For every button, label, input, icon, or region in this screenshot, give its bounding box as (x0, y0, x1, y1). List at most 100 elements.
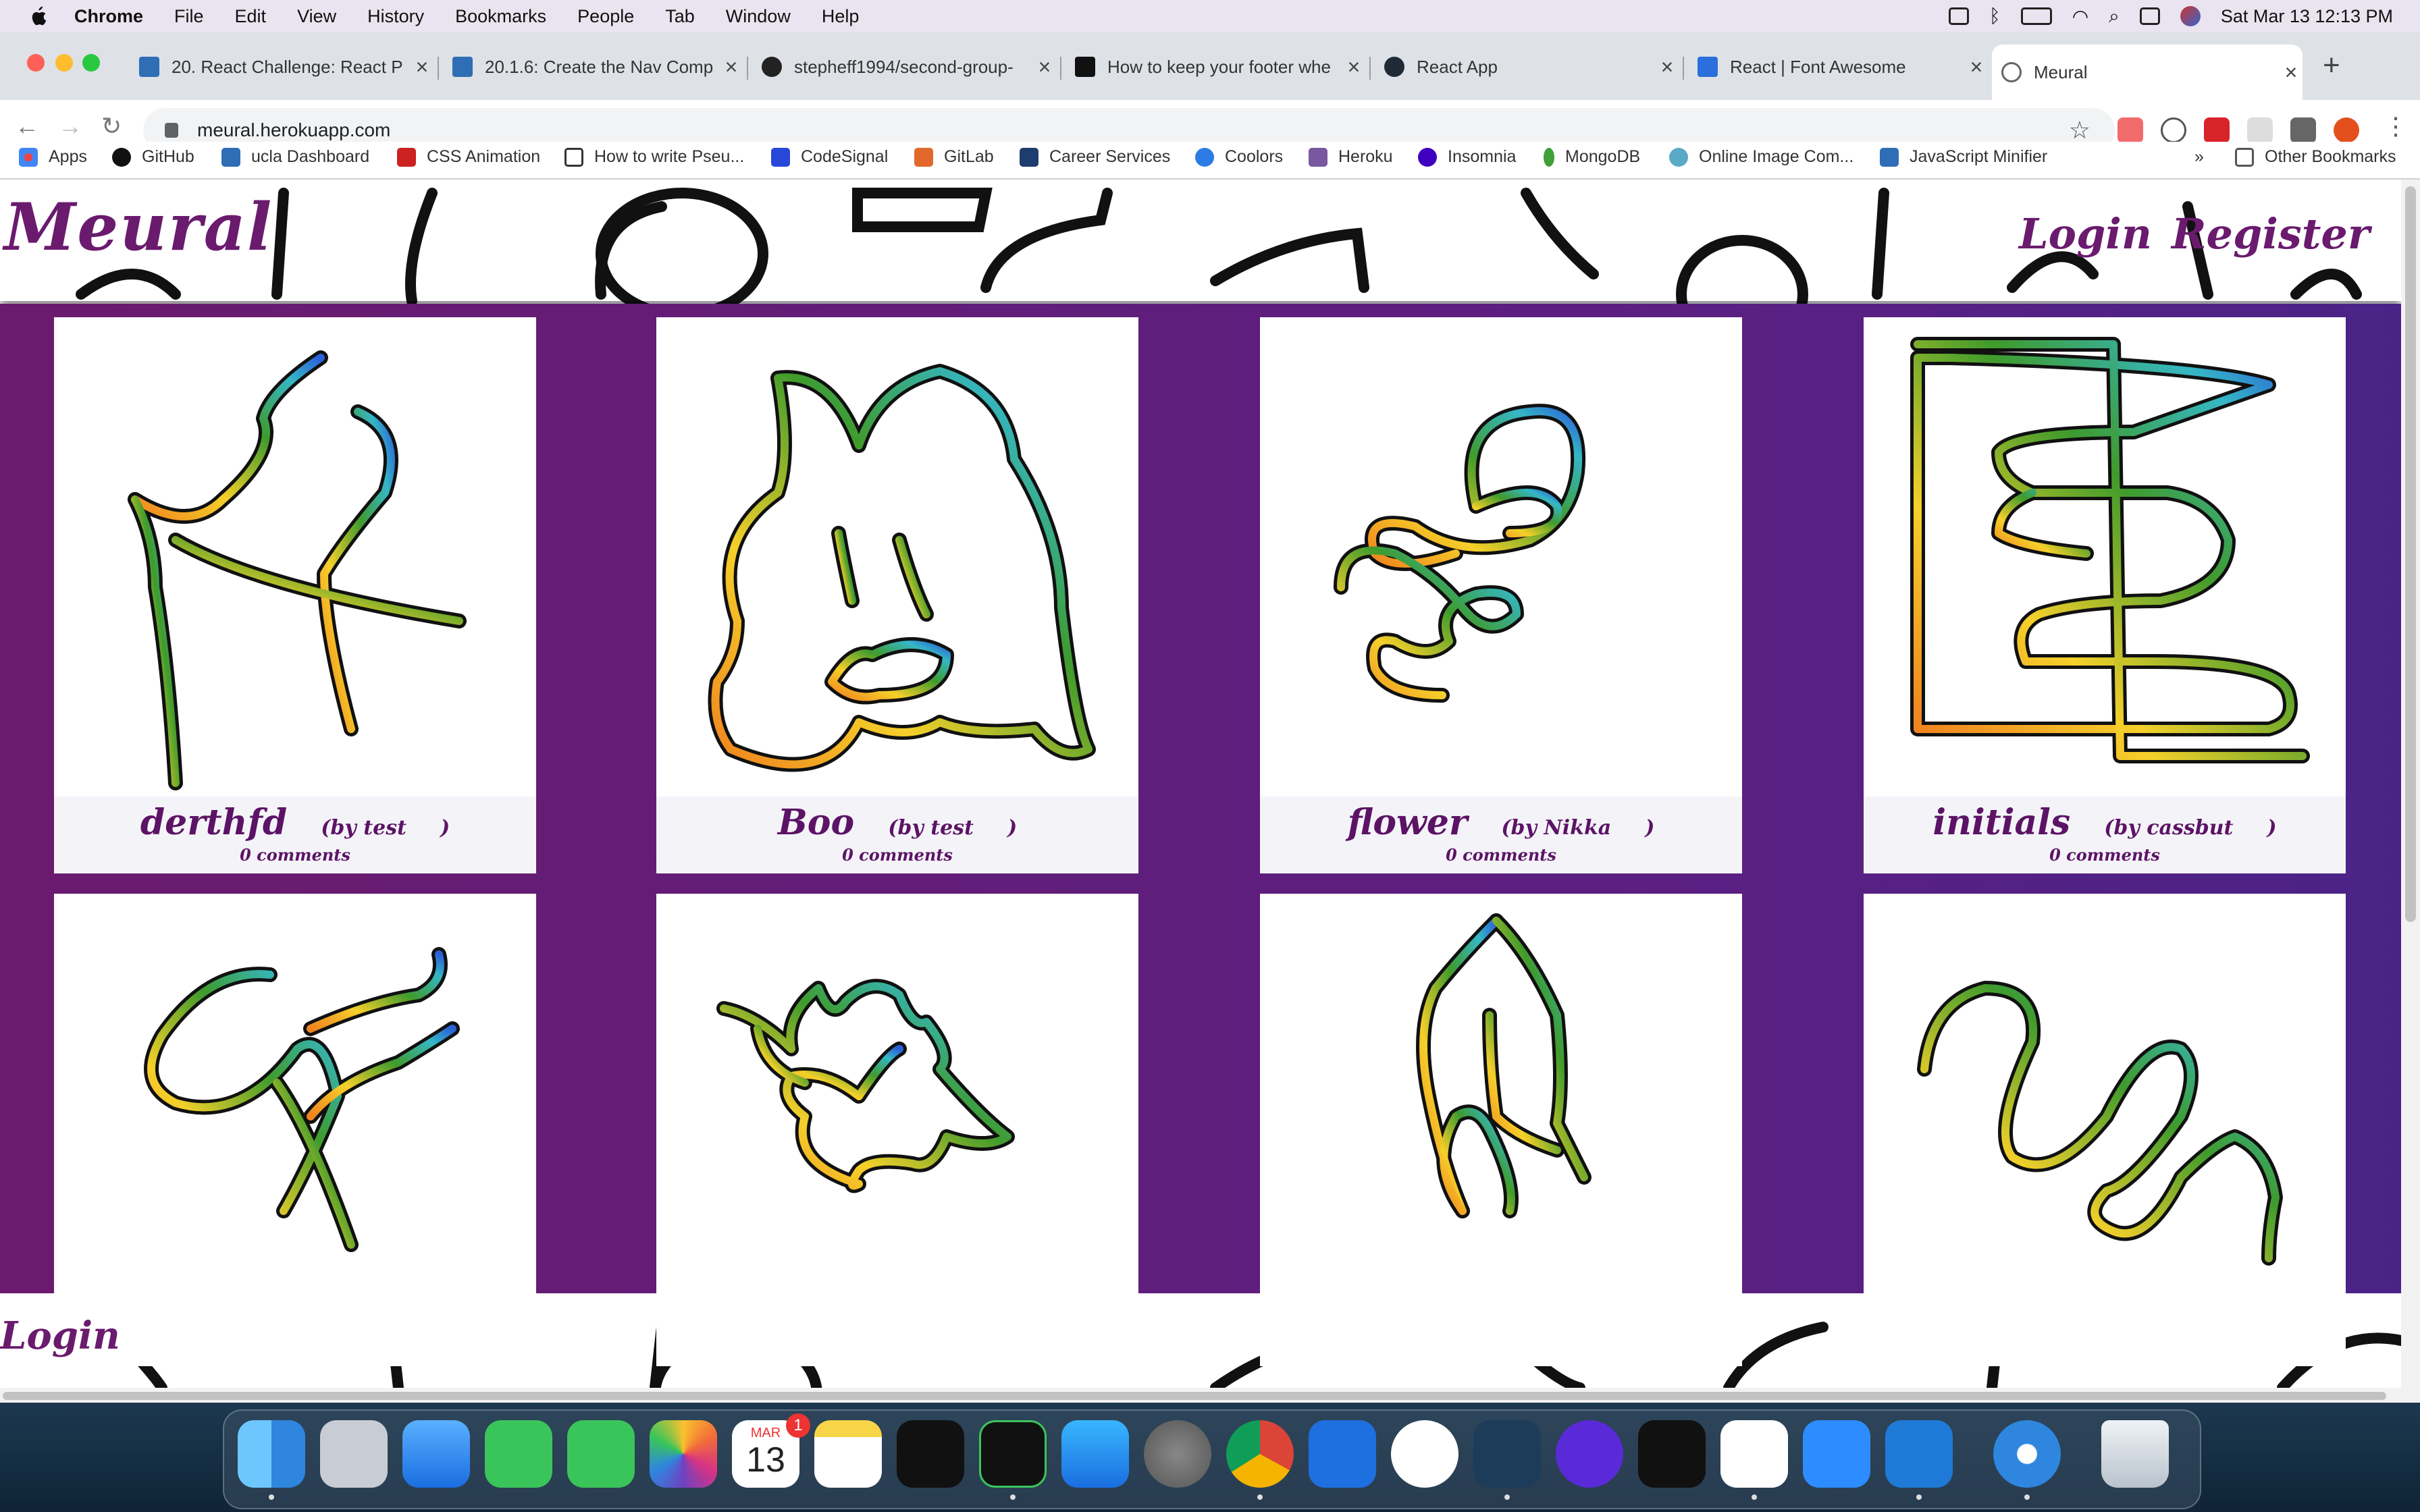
zoom-icon[interactable] (1803, 1420, 1870, 1488)
vertical-scrollbar[interactable] (2401, 180, 2420, 1388)
comment-count[interactable]: 0 comments (54, 845, 536, 865)
siri-icon[interactable] (2180, 6, 2201, 26)
other-bookmarks[interactable]: Other Bookmarks (2235, 147, 2396, 167)
adblock-icon[interactable] (2204, 117, 2230, 143)
forward-arrow-icon[interactable]: → (58, 112, 82, 140)
parallels-icon[interactable] (979, 1420, 1047, 1488)
close-tab-icon[interactable]: × (1656, 55, 1679, 80)
notes-icon[interactable] (814, 1420, 882, 1488)
register-link[interactable]: Register (2172, 209, 2370, 259)
slack-icon[interactable] (1720, 1420, 1788, 1488)
tab-font-awesome[interactable]: React | Font Awesome × (1688, 47, 1988, 86)
bookmark-ucla-dashboard[interactable]: ucla Dashboard (221, 147, 369, 167)
close-tab-icon[interactable]: × (2280, 60, 2303, 85)
footer-login-link[interactable]: Login (0, 1314, 120, 1358)
bookmark-career-services[interactable]: Career Services (1020, 147, 1170, 167)
scrollbar-thumb[interactable] (3, 1392, 2386, 1400)
tab-github-repo[interactable]: stepheff1994/second-group- × (752, 47, 1056, 86)
finder-icon[interactable] (238, 1420, 305, 1488)
spotlight-search-icon[interactable]: ⌕ (2109, 5, 2120, 28)
mongodb-compass-icon[interactable] (1391, 1420, 1458, 1488)
reload-icon[interactable]: ↻ (101, 112, 122, 140)
trash-icon[interactable] (2101, 1420, 2169, 1488)
bookmark-gitlab[interactable]: GitLab (914, 147, 994, 167)
bookmark-css-animation[interactable]: CSS Animation (397, 147, 540, 167)
new-tab-button[interactable]: + (2323, 49, 2340, 82)
menubar-clock[interactable]: Sat Mar 13 12:13 PM (2221, 6, 2393, 27)
close-tab-icon[interactable]: × (411, 55, 433, 80)
menu-edit[interactable]: Edit (235, 6, 267, 27)
extension-circle-icon[interactable] (2161, 117, 2186, 143)
back-arrow-icon[interactable]: ← (15, 112, 39, 140)
menu-app-name[interactable]: Chrome (74, 6, 143, 27)
maximize-window-button[interactable] (82, 54, 100, 72)
menu-people[interactable]: People (577, 6, 634, 27)
bluetooth-icon[interactable]: ᛒ (1989, 5, 2001, 27)
safari-icon[interactable] (1993, 1420, 2061, 1488)
artwork-title[interactable]: initials (1932, 802, 2070, 843)
insomnia-icon[interactable] (1556, 1420, 1623, 1488)
scrollbar-thumb[interactable] (2405, 186, 2416, 922)
menu-window[interactable]: Window (726, 6, 791, 27)
system-preferences-icon[interactable] (1144, 1420, 1211, 1488)
artwork-title[interactable]: Boo (778, 802, 854, 843)
close-tab-icon[interactable]: × (1033, 55, 1056, 80)
comment-count[interactable]: 0 comments (1864, 845, 2346, 865)
artwork-author[interactable]: (by test (321, 816, 406, 840)
chrome-icon[interactable] (1226, 1420, 1294, 1488)
login-link[interactable]: Login (2019, 209, 2152, 259)
bookmark-heroku[interactable]: Heroku (1309, 147, 1393, 167)
artwork-card[interactable]: Boo (by test) 0 comments (656, 317, 1138, 873)
profile-avatar[interactable] (2334, 117, 2359, 143)
artwork-author[interactable]: (by test (888, 816, 974, 840)
xcode-icon[interactable] (1309, 1420, 1376, 1488)
bookmark-image-compressor[interactable]: Online Image Com... (1669, 147, 1853, 167)
minimize-window-button[interactable] (55, 54, 73, 72)
artwork-card[interactable]: initials (by cassbut) 0 comments (1864, 317, 2346, 873)
lock-icon[interactable] (165, 123, 178, 138)
comment-count[interactable]: 0 comments (1260, 845, 1742, 865)
tab-react-challenge[interactable]: 20. React Challenge: React P × (130, 47, 433, 86)
bookmark-codesignal[interactable]: CodeSignal (771, 147, 888, 167)
bookmark-pseudocode[interactable]: How to write Pseu... (564, 147, 744, 167)
close-tab-icon[interactable]: × (1342, 55, 1365, 80)
bookmarks-overflow-button[interactable]: » (2194, 147, 2204, 167)
bookmark-apps[interactable]: Apps (19, 147, 87, 167)
messages-icon[interactable] (567, 1420, 635, 1488)
bookmark-coolors[interactable]: Coolors (1195, 147, 1283, 167)
url-text[interactable]: meural.herokuapp.com (197, 119, 390, 141)
apple-logo-icon[interactable] (28, 5, 47, 27)
bookmark-github[interactable]: GitHub (112, 147, 194, 167)
facetime-icon[interactable] (485, 1420, 552, 1488)
keyboard-input-icon[interactable] (1948, 7, 1969, 25)
wifi-icon[interactable]: ◠ (2072, 5, 2088, 28)
menu-tab[interactable]: Tab (665, 6, 695, 27)
close-window-button[interactable] (27, 54, 45, 72)
tab-footer-article[interactable]: How to keep your footer whe × (1066, 47, 1365, 86)
extension-red-icon[interactable] (2118, 117, 2143, 143)
mail-icon[interactable] (402, 1420, 470, 1488)
tab-nav-component[interactable]: 20.1.6: Create the Nav Comp × (443, 47, 743, 86)
artwork-author[interactable]: (by cassbut (2104, 816, 2233, 840)
terminal-icon[interactable] (1638, 1420, 1706, 1488)
bookmark-js-minifier[interactable]: JavaScript Minifier (1880, 147, 2047, 167)
photos-icon[interactable] (650, 1420, 717, 1488)
menu-history[interactable]: History (367, 6, 424, 27)
menu-bookmarks[interactable]: Bookmarks (455, 6, 546, 27)
bookmark-star-icon[interactable]: ☆ (2069, 116, 2090, 144)
tab-react-app[interactable]: React App × (1375, 47, 1679, 86)
artwork-author[interactable]: (by Nikka (1501, 816, 1611, 840)
artwork-card[interactable]: flower (by Nikka) 0 comments (1260, 317, 1742, 873)
menu-view[interactable]: View (297, 6, 336, 27)
apple-tv-icon[interactable] (897, 1420, 964, 1488)
artwork-card[interactable]: derthfd (by test) 0 comments (54, 317, 536, 873)
artwork-title[interactable]: derthfd (140, 802, 287, 843)
vscode-icon[interactable] (1885, 1420, 1953, 1488)
launchpad-icon[interactable] (320, 1420, 388, 1488)
close-tab-icon[interactable]: × (1965, 55, 1988, 80)
bookmark-insomnia[interactable]: Insomnia (1418, 147, 1516, 167)
bookmark-mongodb[interactable]: MongoDB (1544, 147, 1640, 167)
close-tab-icon[interactable]: × (720, 55, 743, 80)
menu-file[interactable]: File (174, 6, 204, 27)
mysql-workbench-icon[interactable] (1473, 1420, 1541, 1488)
